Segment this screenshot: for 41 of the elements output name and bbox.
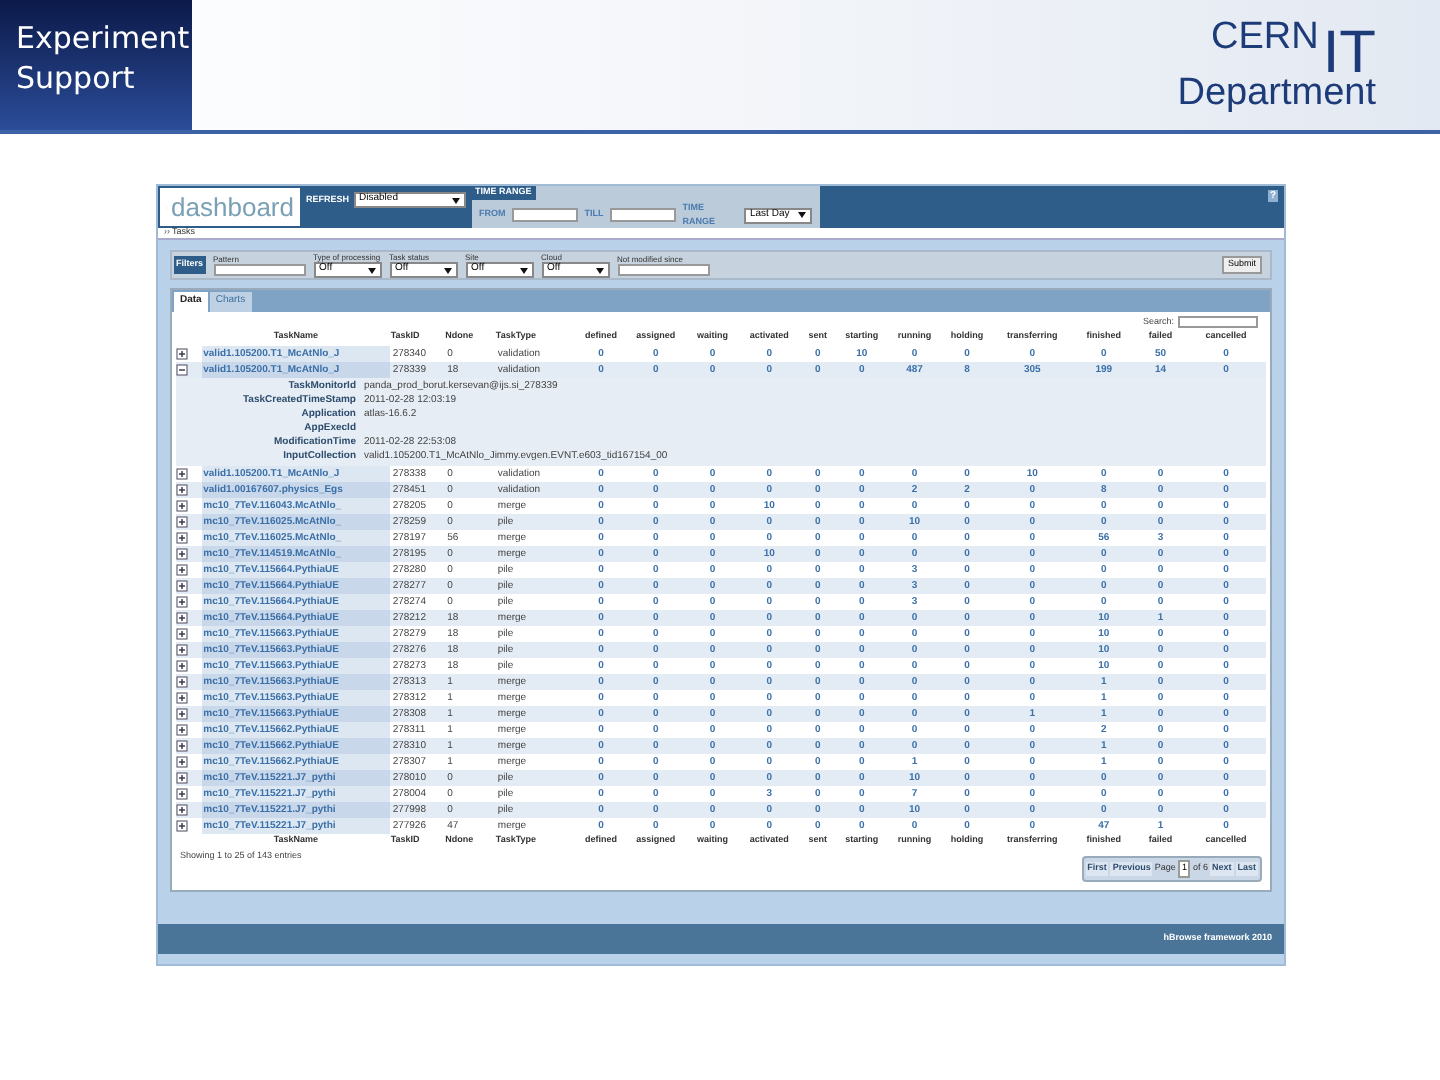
expand-icon[interactable] [176,803,188,816]
expand-icon[interactable] [176,643,188,656]
expand-icon[interactable] [176,499,188,512]
expand-icon[interactable] [176,755,188,768]
caret-icon [797,212,806,218]
caret-icon [519,267,528,273]
till-field[interactable] [609,208,677,222]
collapse-icon[interactable] [176,363,188,376]
filter-field[interactable] [617,264,710,276]
expand-icon[interactable] [176,467,188,480]
expand-icon[interactable] [176,595,188,608]
expand-icon[interactable] [176,347,188,360]
expand-icon[interactable] [176,739,188,752]
caret-icon [595,267,604,273]
caret-icon [443,267,452,273]
expand-icon[interactable] [176,819,188,832]
filter-field[interactable] [213,264,306,276]
search-field[interactable] [1178,316,1258,329]
expand-icon[interactable] [176,611,188,624]
expand-icon[interactable] [176,547,188,560]
caret-icon [451,197,460,203]
expand-icon[interactable] [176,515,188,528]
expand-icon[interactable] [176,627,188,640]
expand-icon[interactable] [176,691,188,704]
expand-icon[interactable] [176,531,188,544]
from-field[interactable] [511,208,579,222]
expand-icon[interactable] [176,707,188,720]
expand-icon[interactable] [176,483,188,496]
logo-text: dashboard [171,194,294,220]
expand-icon[interactable] [176,675,188,688]
expand-icon[interactable] [176,787,188,800]
expand-icon[interactable] [176,771,188,784]
expand-icon[interactable] [176,563,188,576]
logo-text: Department [1177,76,1376,112]
banner-title: Support [16,58,137,98]
banner-title: Experiment [16,18,192,58]
expand-icon[interactable] [176,579,188,592]
caret-icon [367,267,376,273]
logo-text: CERN [1210,16,1319,60]
expand-icon[interactable] [176,723,188,736]
expand-icon[interactable] [176,659,188,672]
